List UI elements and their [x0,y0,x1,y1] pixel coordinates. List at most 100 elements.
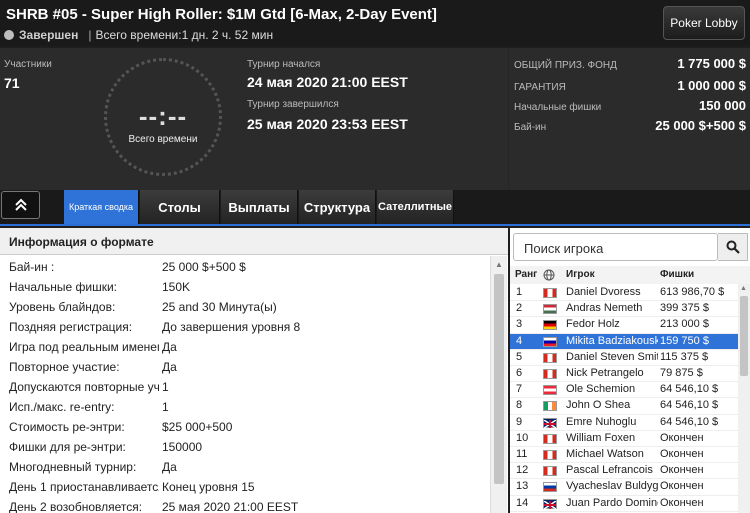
format-key: Поздняя регистрация: [9,320,133,334]
player-row[interactable]: 9 Emre Nuhoglu 64 546,10 $ [510,415,738,431]
canada-flag-icon [543,352,557,363]
player-chips: 79 875 $ [660,367,703,379]
format-row: Фишки для ре-энтри: 150000 [0,437,490,457]
status-dot-icon [4,30,14,40]
canada-flag-icon [543,369,557,379]
player-chips: 64 546,10 $ [660,399,719,412]
format-row: Стоимость ре-энтри: $25 000+500 [0,417,490,437]
player-row[interactable]: 5 Daniel Steven Smith 115 375 $ [510,350,738,366]
format-row: Уровень блайндов: 25 and 30 Минута(ы) [0,297,490,317]
format-key: Повторное участие: [9,360,120,374]
player-row[interactable]: 3 Fedor Holz 213 000 $ [510,317,738,334]
player-row[interactable]: 2 Andras Nemeth 399 375 $ [510,301,738,318]
player-row[interactable]: 1 Daniel Dvoress 613 986,70 $ [510,285,738,302]
format-header: Информация о формате [0,228,508,255]
scrollbar-thumb[interactable] [494,274,504,484]
player-row[interactable]: 8 John O Shea 64 546,10 $ [510,398,738,415]
player-rank: 2 [516,302,523,315]
tab-payouts[interactable]: Выплаты [221,190,298,224]
player-row[interactable]: 13 Vyacheslav Buldygin Окончен [510,479,738,496]
end-value: 25 мая 2020 23:53 EEST [247,116,408,132]
austria-flag-icon [543,385,557,396]
rank-header[interactable]: Ранг [515,269,537,280]
canada-flag-icon [543,288,557,298]
format-row: Повторное участие: Да [0,357,490,377]
prize-value: 1 000 000 $ [677,78,746,93]
double-chevron-up-icon [14,198,27,211]
format-scrollbar[interactable]: ▲ [490,256,507,513]
chips-header[interactable]: Фишки [660,269,694,280]
prize-key: ГАРАНТИЯ [514,82,566,93]
format-row: Поздняя регистрация: До завершения уровня… [0,317,490,337]
scrollbar-thumb[interactable] [740,296,748,376]
player-chips: 213 000 $ [660,318,709,331]
prize-key: ОБЩИЙ ПРИЗ. ФОНД [514,60,617,71]
format-key: День 1 приостанавливается: [9,480,159,494]
player-header[interactable]: Игрок [566,269,595,280]
player-rank: 7 [516,383,523,396]
format-value: 25 мая 2020 21:00 EEST [162,500,299,513]
format-key: Многодневный турнир: [9,460,137,474]
russia-flag-icon [543,482,557,493]
player-row[interactable]: 10 William Foxen Окончен [510,431,738,447]
search-button[interactable] [718,233,748,261]
status-row: Завершен | Всего времени:1 дн. 2 ч. 52 м… [4,28,273,42]
hungary-flag-icon [543,304,557,315]
poker-lobby-button[interactable]: Poker Lobby [663,6,745,40]
scroll-up-icon[interactable]: ▲ [495,260,503,269]
canada-flag-icon [543,433,557,444]
format-row: День 2 возобновляется: 25 мая 2020 21:00 … [0,497,490,513]
player-name: Mikita Badziakouski [566,334,658,347]
format-key: День 2 возобновляется: [9,500,143,513]
format-value: $25 000+500 [162,420,233,434]
player-row[interactable]: 11 Michael Watson Окончен [510,447,738,464]
prize-key: Начальные фишки [514,102,602,113]
format-key: Стоимость ре-энтри: [9,420,125,434]
end-label: Турнир завершился [247,99,339,110]
players-table-header: Ранг Игрок Фишки [510,266,750,284]
format-value: Да [162,360,177,374]
slovenia-flag-icon [543,336,557,347]
country-header[interactable] [543,269,555,284]
canada-flag-icon [543,466,557,477]
prize-key: Бай-ин [514,122,547,133]
player-name: Pascal Lefrancois [566,464,653,477]
player-name: Fedor Holz [566,318,620,331]
clock-dial: --:-- Всего времени [104,58,222,176]
collapse-button[interactable] [1,191,40,219]
player-chips: 399 375 $ [660,302,709,315]
tab-summary[interactable]: Краткая сводка [64,190,139,224]
search-placeholder: Поиск игрока [524,241,604,256]
canada-flag-icon [543,450,557,460]
player-row[interactable]: 6 Nick Petrangelo 79 875 $ [510,366,738,383]
player-name: John O Shea [566,399,631,412]
prize-value: 1 775 000 $ [677,56,746,71]
total-time: Всего времени:1 дн. 2 ч. 52 мин [95,28,274,42]
player-name: Daniel Dvoress [566,286,641,298]
player-rank: 10 [516,431,529,444]
player-rank: 5 [516,350,523,363]
germany-flag-icon [543,320,557,331]
format-panel: Информация о формате Бай-ин : 25 000 $+50… [0,228,508,513]
player-chips: 159 750 $ [660,334,709,347]
title-bar: SHRB #05 - Super High Roller: $1M Gtd [6… [0,0,750,46]
player-row[interactable]: 7 Ole Schemion 64 546,10 $ [510,382,738,399]
player-row[interactable]: 14 Juan Pardo DominguezОкончен [510,496,738,512]
player-name: Nick Petrangelo [566,367,644,379]
scroll-up-icon[interactable]: ▲ [740,285,747,292]
player-search-input[interactable]: Поиск игрока [513,233,718,261]
player-chips: 64 546,10 $ [660,383,719,396]
prize-row: Начальные фишки 150 000 [514,98,746,113]
tab-tables[interactable]: Столы [140,190,220,224]
player-row[interactable]: 12 Pascal Lefrancois Окончен [510,463,738,480]
tab-satellites[interactable]: Сателлитные [377,190,454,224]
player-chips: Окончен [660,496,704,509]
tab-structure[interactable]: Структура [299,190,376,224]
info-left-panel: Участники 71 --:-- Всего времени Турнир … [0,48,508,190]
status-separator: | [88,28,92,42]
player-chips: 115 375 $ [660,350,709,363]
players-scrollbar[interactable]: ▲ [738,284,750,513]
player-row[interactable]: 4 Mikita Badziakouski 159 750 $ [510,333,738,350]
player-rank: 11 [516,448,528,460]
player-name: Juan Pardo Dominguez [566,496,658,509]
